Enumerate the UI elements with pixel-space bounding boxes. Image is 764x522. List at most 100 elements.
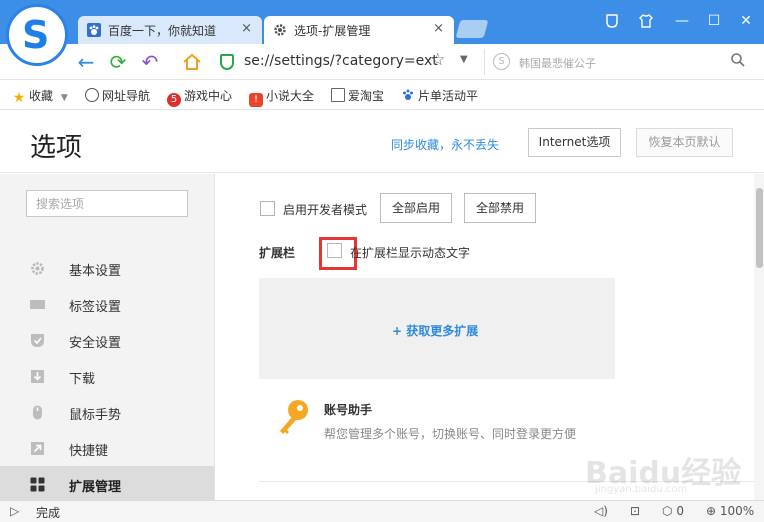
tab-settings[interactable]: 选项-扩展管理 × <box>264 16 454 44</box>
shortcut-icon <box>31 442 44 455</box>
search-hint[interactable]: 韩国最悲催公子 <box>519 55 596 71</box>
gear-icon <box>31 262 44 275</box>
chevron-down-icon[interactable]: ▼ <box>460 54 468 65</box>
bookmark-label: 小说大全 <box>266 89 315 103</box>
sidebar-item-tabs[interactable]: 标签设置 <box>0 286 214 322</box>
paw-icon <box>87 23 101 37</box>
sync-link[interactable]: 同步收藏，永不丢失 <box>391 136 499 153</box>
sidebar-item-label: 标签设置 <box>69 300 122 315</box>
bookmark-item[interactable]: 爱淘宝 <box>331 87 384 103</box>
new-tab-button[interactable] <box>455 20 489 38</box>
mouse-icon <box>33 405 42 420</box>
scrollbar-thumb[interactable] <box>756 188 763 268</box>
divider <box>259 481 754 482</box>
search-box[interactable]: S 韩国最悲催公子 <box>484 49 756 75</box>
sidebar-item-download[interactable]: 下载 <box>0 358 214 394</box>
bookmark-label: 收藏 <box>29 89 54 103</box>
status-bar: ▷ 完成 ◁) ⊡ ⬡ 0 ⊕ 100% <box>0 500 764 522</box>
bookmark-star-icon[interactable]: ☆ <box>430 50 445 70</box>
dev-mode-checkbox[interactable] <box>260 201 275 216</box>
sidebar-item-mouse-gesture[interactable]: 鼠标手势 <box>0 394 214 430</box>
enable-all-button[interactable]: 全部启用 <box>380 193 452 223</box>
tab-icon <box>30 300 45 309</box>
minimize-button[interactable]: — <box>673 12 691 30</box>
star-icon: ★ <box>12 90 26 106</box>
search-icon[interactable] <box>730 52 746 68</box>
bookmark-item[interactable]: ! 小说大全 <box>249 87 315 107</box>
close-window-button[interactable]: ✕ <box>737 12 755 30</box>
undo-close-button[interactable]: ↶ <box>138 50 162 74</box>
sidebar-item-label: 快捷键 <box>69 444 109 459</box>
address-bar[interactable]: se://settings/?category=ext ☆ ▼ <box>214 49 479 75</box>
close-tab-icon[interactable]: × <box>433 21 444 36</box>
download-manager-icon[interactable]: ⊡ <box>630 504 640 518</box>
maximize-button[interactable]: ☐ <box>705 12 723 30</box>
extension-name: 账号助手 <box>324 403 373 417</box>
download-icon <box>31 370 44 383</box>
home-icon[interactable] <box>180 50 204 74</box>
sogou-browser-logo[interactable]: S <box>6 4 68 66</box>
close-tab-icon[interactable]: × <box>241 21 252 36</box>
sidebar-item-extensions[interactable]: 扩展管理 <box>0 466 214 502</box>
play-icon[interactable]: ▷ <box>10 504 19 518</box>
dev-mode-label[interactable]: 启用开发者模式 <box>283 201 367 218</box>
shirt-icon[interactable] <box>637 12 655 30</box>
dynamic-text-label[interactable]: 在扩展栏显示动态文字 <box>350 244 470 261</box>
bookmarks-bar: ★ 收藏 ▼ 网址导航 5 游戏中心 ! 小说大全 爱淘宝 片单活动平 <box>0 80 764 110</box>
bookmark-item[interactable]: 网址导航 <box>85 87 150 103</box>
sidebar-item-basic[interactable]: 基本设置 <box>0 250 214 286</box>
adblock-count: 0 <box>676 504 684 518</box>
sidebar-item-shortcuts[interactable]: 快捷键 <box>0 430 214 466</box>
bookmark-item[interactable]: ★ 收藏 ▼ <box>12 87 68 106</box>
sidebar-item-label: 扩展管理 <box>69 480 122 495</box>
refresh-button[interactable]: ⟳ <box>106 50 130 74</box>
bookmark-item[interactable]: 5 游戏中心 <box>167 87 233 107</box>
zoom-level: 100% <box>719 504 755 518</box>
zoom-icon: ⊕ <box>706 504 717 518</box>
status-text: 完成 <box>36 506 61 520</box>
reset-defaults-button[interactable]: 恢复本页默认 <box>636 128 733 157</box>
bookmark-item[interactable]: 片单活动平 <box>401 87 478 103</box>
book-icon: ! <box>249 93 263 107</box>
get-more-extensions-area[interactable]: + 获取更多扩展 <box>259 278 615 379</box>
settings-search-input[interactable] <box>26 190 188 217</box>
bookmark-label: 爱淘宝 <box>348 89 385 103</box>
secure-shield-icon <box>220 54 234 70</box>
gear-icon <box>274 24 286 36</box>
url-text[interactable]: se://settings/?category=ext <box>244 53 438 69</box>
title-bar: S 百度一下，你就知道 × 选项-扩展管理 × — ☐ ✕ <box>0 0 764 66</box>
speaker-icon[interactable]: ◁) <box>594 504 608 518</box>
zoom-control[interactable]: ⊕ 100% <box>706 504 754 518</box>
navigation-bar: ← ⟳ ↶ se://settings/?category=ext ☆ ▼ S … <box>0 44 764 80</box>
globe-icon <box>85 88 99 102</box>
key-icon <box>280 400 308 434</box>
bookmark-label: 游戏中心 <box>184 89 233 103</box>
get-more-extensions-link[interactable]: + 获取更多扩展 <box>392 322 478 339</box>
extensions-panel: 启用开发者模式 全部启用 全部禁用 扩展栏 在扩展栏显示动态文字 + 获取更多扩… <box>216 174 754 500</box>
search-engine-icon[interactable]: S <box>493 53 510 70</box>
extension-bar-label: 扩展栏 <box>259 246 296 260</box>
adblock-counter[interactable]: ⬡ 0 <box>662 504 684 518</box>
extension-description: 帮您管理多个账号，切换账号、同时登录更方便 <box>324 427 577 441</box>
page-icon <box>331 88 345 102</box>
sidebar-item-label: 鼠标手势 <box>69 408 122 423</box>
disable-all-button[interactable]: 全部禁用 <box>464 193 536 223</box>
grid-icon <box>30 477 45 492</box>
tab-baidu[interactable]: 百度一下，你就知道 × <box>78 16 262 44</box>
internet-options-button[interactable]: Internet选项 <box>528 128 621 157</box>
page-header: 选项 同步收藏，永不丢失 Internet选项 恢复本页默认 <box>0 111 764 173</box>
page-title: 选项 <box>30 133 83 163</box>
shield-icon <box>31 334 44 347</box>
paw-icon <box>403 89 413 100</box>
tab-title: 百度一下，你就知道 <box>108 24 217 38</box>
chevron-down-icon[interactable]: ▼ <box>61 93 68 103</box>
tab-title: 选项-扩展管理 <box>294 24 371 38</box>
sidebar-item-label: 基本设置 <box>69 264 122 279</box>
settings-sidebar: 基本设置 标签设置 安全设置 下载 鼠标手势 快捷键 <box>0 174 215 502</box>
sidebar-item-security[interactable]: 安全设置 <box>0 322 214 358</box>
skin-icon[interactable] <box>603 12 621 30</box>
game-icon: 5 <box>167 93 181 107</box>
bookmark-label: 片单活动平 <box>418 89 479 103</box>
sidebar-item-label: 下载 <box>69 372 96 387</box>
back-button[interactable]: ← <box>74 50 98 74</box>
